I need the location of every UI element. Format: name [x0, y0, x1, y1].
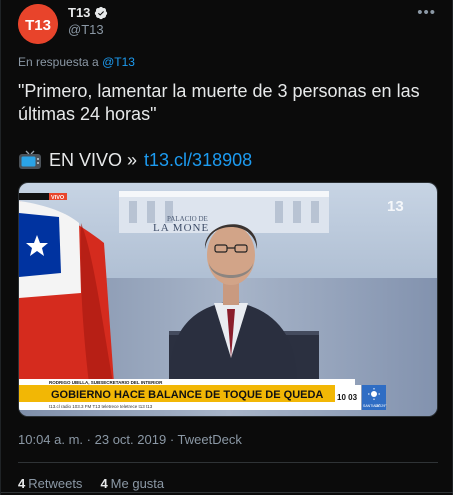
live-row: EN VIVO » t13.cl/318908 [18, 149, 252, 171]
media-image[interactable]: PALACIO DE LA MONE VIVO 13 RODRIGO UBILL… [18, 182, 438, 417]
vivo-tag: VIVO [51, 195, 65, 201]
retweets-count: 4 [18, 476, 26, 491]
speaker-caption: RODRIGO UBILLA, SUBSECRETARIO DEL INTERI… [49, 380, 163, 385]
tweet-date-link[interactable]: 23 oct. 2019 [95, 432, 167, 447]
retweets-label: Retweets [28, 476, 83, 491]
channel-logo: 13 [387, 198, 404, 215]
broadcast-frame: PALACIO DE LA MONE VIVO 13 RODRIGO UBILL… [19, 183, 437, 416]
likes-label: Me gusta [110, 476, 165, 491]
bottom-divider [1, 492, 453, 493]
more-options-icon[interactable]: ••• [417, 4, 436, 21]
author-handle[interactable]: @T13 [68, 22, 104, 37]
headline: GOBIERNO HACE BALANCE DE TOQUE DE QUEDA [51, 389, 323, 401]
verified-badge-icon [95, 6, 108, 19]
tweet-time-link[interactable]: 10:04 a. m. [18, 432, 83, 447]
weather-temps: 15° 29° [375, 404, 387, 408]
tv-icon [19, 150, 41, 169]
tweet-text: "Primero, lamentar la muerte de 3 person… [18, 81, 420, 124]
ticker: t13.cl radio 103.3 FM T13 teletrece tele… [49, 404, 153, 409]
tweet-card: T13 T13 @T13 ••• En respuesta a @T13 "Pr… [0, 0, 453, 495]
building-sign-line2: LA MONE [153, 222, 209, 234]
author-name-row: T13 [68, 5, 108, 20]
tweet-source-link[interactable]: TweetDeck [178, 432, 242, 447]
clock: 10 03 [337, 393, 358, 402]
engagement-stats: 4 Retweets 4 Me gusta [18, 476, 164, 491]
reply-mention-link[interactable]: @T13 [102, 55, 135, 69]
author-display-name[interactable]: T13 [68, 5, 90, 20]
avatar-text: T13 [25, 17, 51, 34]
live-link[interactable]: t13.cl/318908 [144, 149, 252, 171]
reply-context: En respuesta a @T13 [18, 55, 135, 69]
avatar[interactable]: T13 [18, 4, 58, 44]
t13-logo-icon: T13 [18, 4, 58, 44]
retweets-stat[interactable]: 4 Retweets [18, 476, 82, 491]
divider [18, 462, 438, 463]
tweet-timestamp: 10:04 a. m. · 23 oct. 2019 · TweetDeck [18, 432, 242, 447]
likes-count: 4 [100, 476, 108, 491]
reply-prefix: En respuesta a [18, 55, 99, 69]
live-label: EN VIVO » [49, 150, 138, 170]
likes-stat[interactable]: 4 Me gusta [100, 476, 164, 491]
